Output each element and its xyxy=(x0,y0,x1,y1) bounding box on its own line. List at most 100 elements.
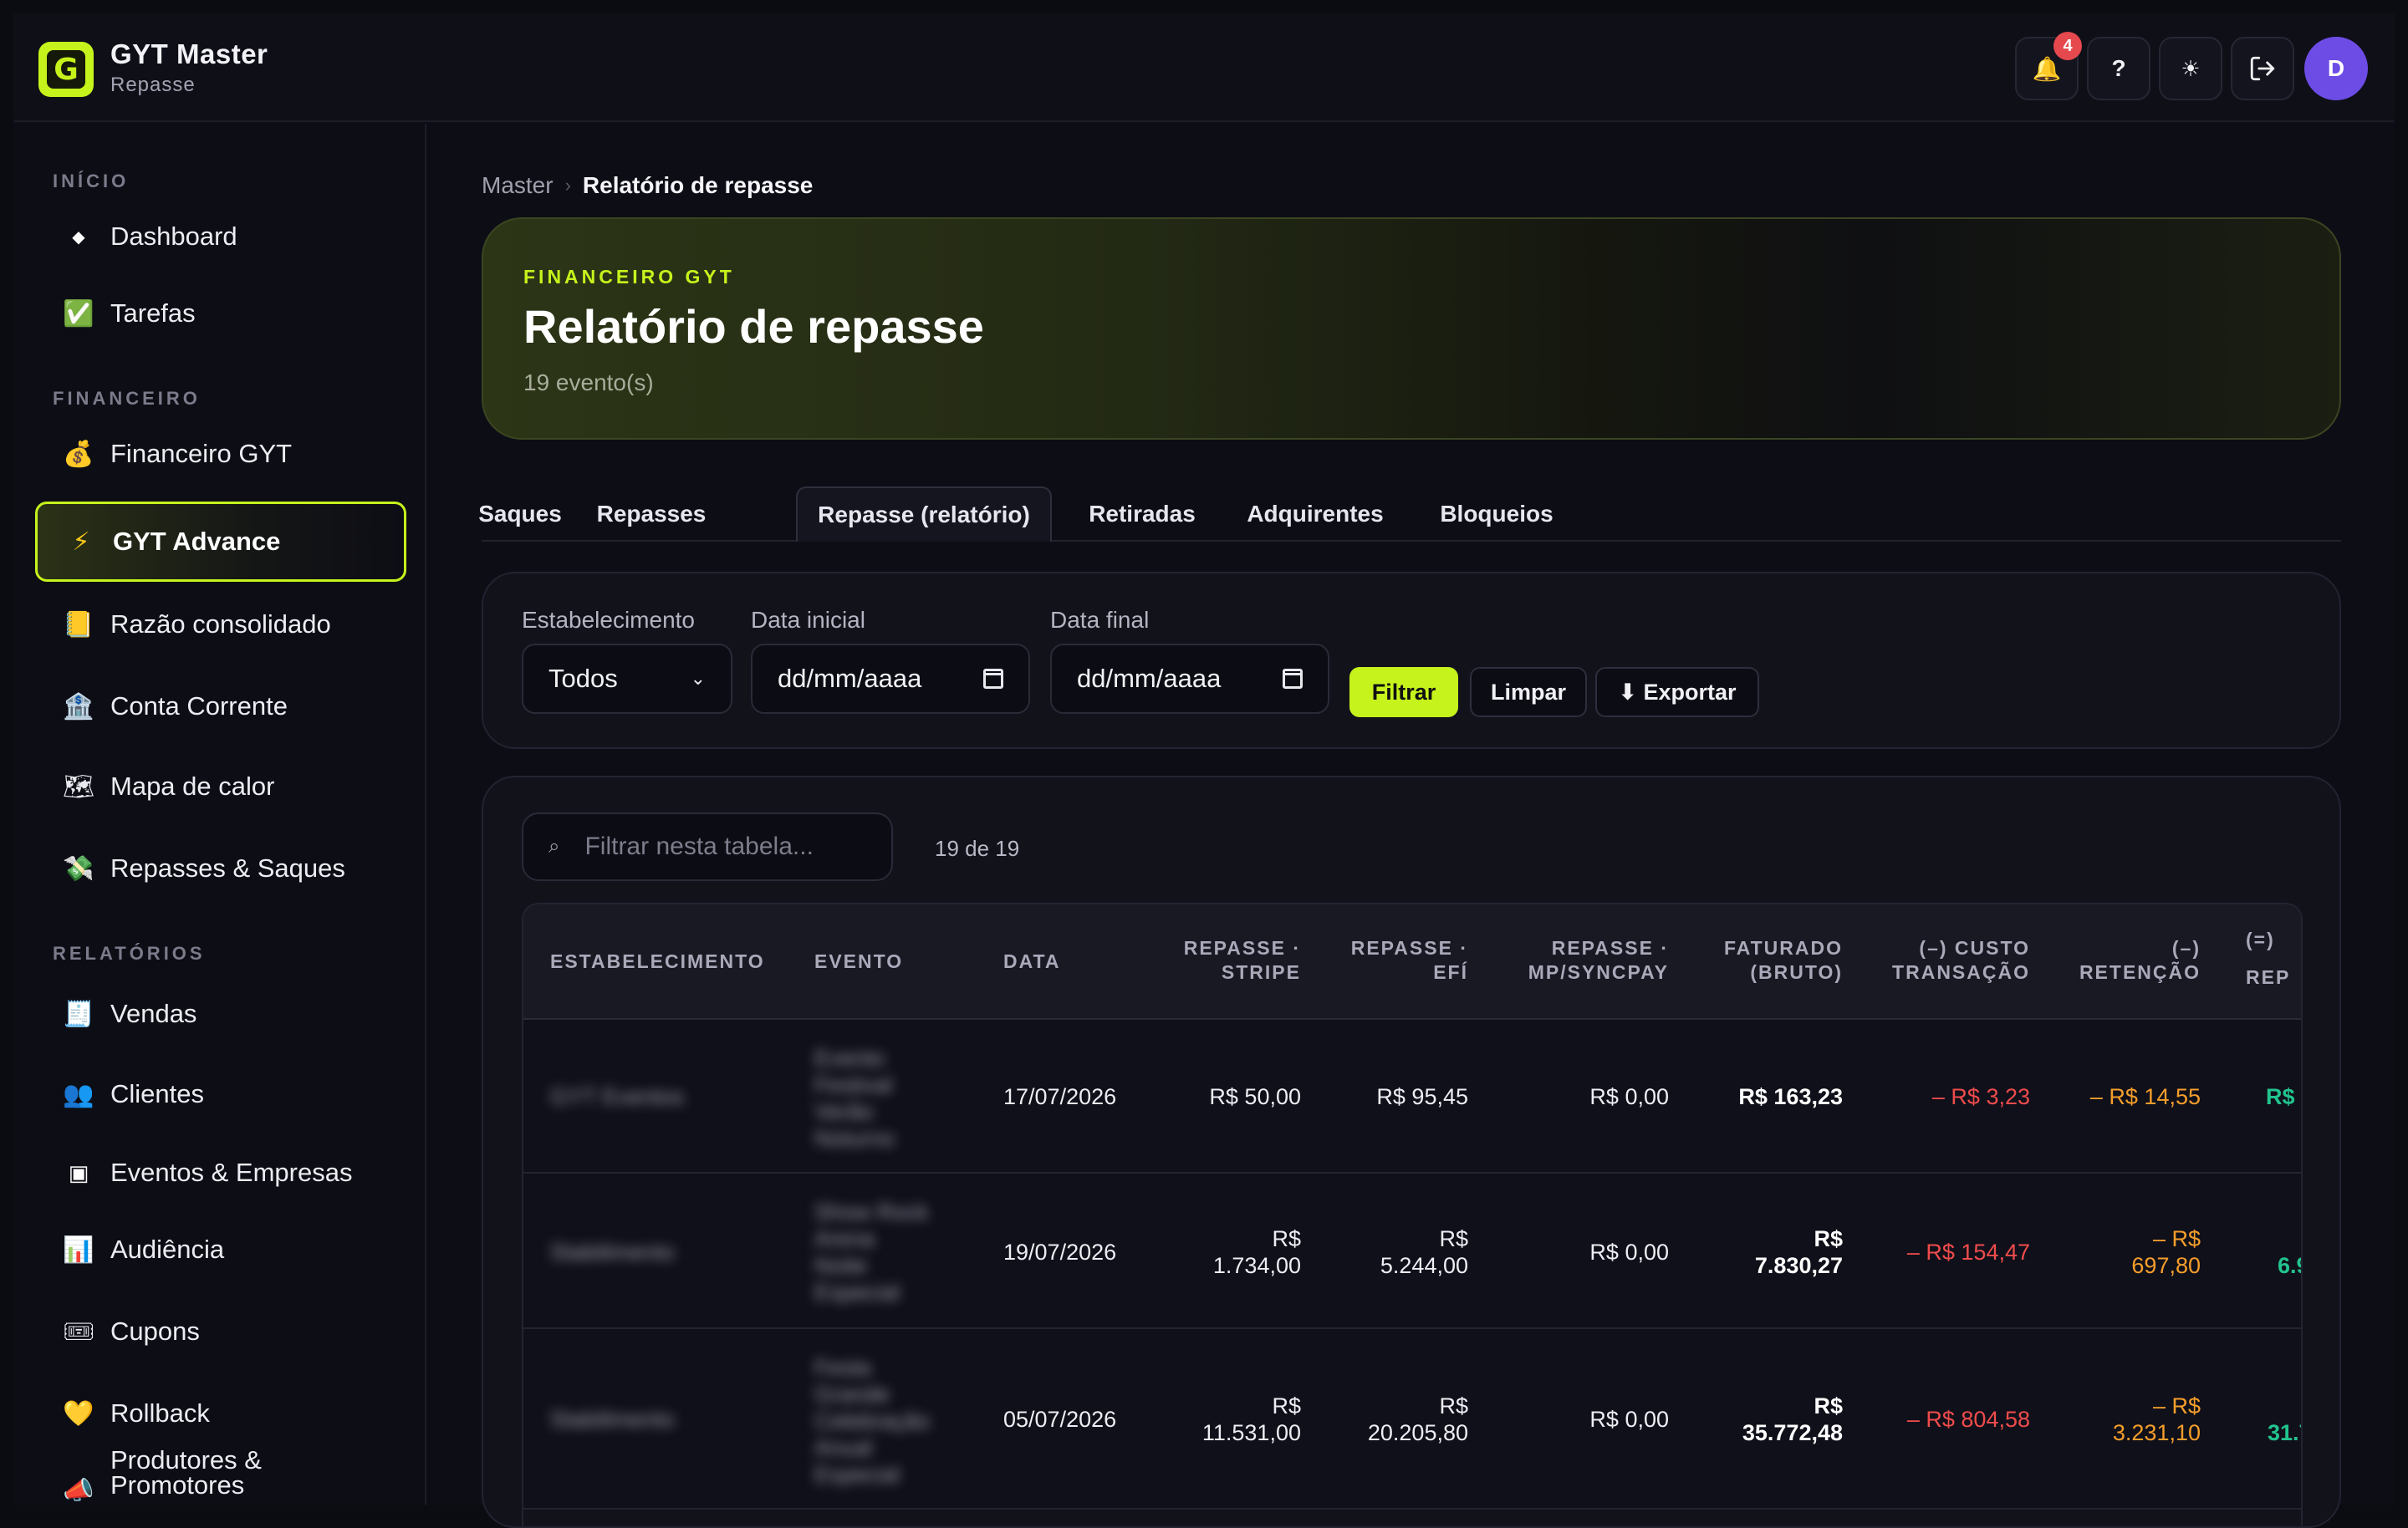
col-repasse-efi[interactable]: REPASSE · EFÍ xyxy=(1309,936,1468,985)
col-label-line: MP/SYNCPAY xyxy=(1528,961,1669,983)
col-label-line: FATURADO xyxy=(1723,937,1843,959)
col-label-line: REPASSE · xyxy=(1183,937,1301,959)
sidebar-item-label: Conta Corrente xyxy=(110,691,288,721)
page-kicker: FINANCEIRO GYT xyxy=(523,266,735,288)
cell-event: Evento Festival Verão Noturno xyxy=(814,1046,895,1151)
cell-event: Festa Grande Celebração Anual Especial xyxy=(814,1355,931,1487)
ledger-icon: 📒 xyxy=(63,610,94,639)
cell-line: R$ xyxy=(1272,1226,1301,1251)
cell-retencao: – R$ 3.231,10 xyxy=(2045,1393,2201,1446)
logout-icon xyxy=(2250,56,2275,81)
col-estabelecimento[interactable]: ESTABELECIMENTO xyxy=(550,950,765,974)
page-header-card: FINANCEIRO GYT Relatório de repasse 19 e… xyxy=(482,217,2341,440)
sidebar-item-audiencia[interactable]: 📊 Audiência xyxy=(35,1212,406,1287)
col-custo-transacao[interactable]: (–) CUSTO TRANSAÇÃO xyxy=(1853,936,2030,985)
cell-line: 20.205,80 xyxy=(1367,1420,1468,1445)
cell-line: 7.830,27 xyxy=(1754,1253,1843,1278)
sidebar-item-rollback[interactable]: 💛 Rollback xyxy=(35,1376,406,1451)
calendar-icon[interactable] xyxy=(1283,669,1303,689)
cell-repasse-mp: R$ 0,00 xyxy=(1589,1407,1669,1432)
sidebar-item-produtores-promotores[interactable]: 📣 Produtores & Promotores xyxy=(35,1447,406,1505)
chevron-right-icon: › xyxy=(564,175,571,196)
start-date-input[interactable]: dd/mm/aaaa xyxy=(751,644,1030,714)
cell-line: R$ xyxy=(1814,1393,1843,1418)
event-count: 19 evento(s) xyxy=(523,369,654,395)
sidebar-item-repasses-saques[interactable]: 💸 Repasses & Saques xyxy=(35,831,406,906)
clear-button[interactable]: Limpar xyxy=(1470,667,1587,717)
establishment-select[interactable]: Todos ⌄ xyxy=(522,644,732,714)
logout-button[interactable] xyxy=(2231,37,2294,100)
sidebar-section-relatorios: RELATÓRIOS xyxy=(53,943,206,964)
cell-line: R$ xyxy=(1272,1393,1301,1418)
col-label-line: REP xyxy=(2246,966,2291,988)
col-label-line: EFÍ xyxy=(1433,961,1468,983)
end-date-input[interactable]: dd/mm/aaaa xyxy=(1050,644,1329,714)
sidebar-section-financeiro: FINANCEIRO xyxy=(53,388,201,409)
cell-repasse-final: 31.7 xyxy=(2268,1420,2301,1445)
tab-retiradas[interactable]: Retiradas xyxy=(1084,486,1201,542)
sidebar-item-eventos-empresas[interactable]: ▣ Eventos & Empresas xyxy=(35,1135,406,1210)
filter-button[interactable]: Filtrar xyxy=(1349,667,1458,717)
export-button[interactable]: ⬇ Exportar xyxy=(1595,667,1759,717)
notifications-button[interactable]: 🔔 4 xyxy=(2015,32,2082,100)
cell-establishment: Stabilimento xyxy=(550,1407,675,1432)
sidebar-item-conta-corrente[interactable]: 🏦 Conta Corrente xyxy=(35,669,406,744)
col-label-line: (BRUTO) xyxy=(1750,961,1843,983)
table-row[interactable]: GYT Eventos Evento Festival Verão Noturn… xyxy=(523,1020,2301,1174)
col-repasse-mp[interactable]: REPASSE · MP/SYNCPAY xyxy=(1477,936,1669,985)
user-avatar[interactable]: D xyxy=(2304,37,2368,100)
sidebar-item-financeiro-gyt[interactable]: 💰 Financeiro GYT xyxy=(35,416,406,492)
sidebar-item-tarefas[interactable]: ✅ Tarefas xyxy=(35,276,406,351)
cell-repasse-final: R$ xyxy=(2266,1084,2295,1109)
tab-repasse-relatorio[interactable]: Repasse (relatório) xyxy=(796,486,1052,542)
sidebar-item-dashboard[interactable]: ◆ Dashboard xyxy=(35,199,406,274)
col-data[interactable]: DATA xyxy=(1003,950,1060,974)
cell-repasse-stripe: R$ 1.734,00 xyxy=(1109,1225,1301,1279)
notification-badge: 4 xyxy=(2053,32,2082,60)
sidebar-item-gyt-advance[interactable]: ⚡ GYT Advance xyxy=(35,502,406,582)
help-button[interactable]: ? xyxy=(2087,37,2150,100)
col-repasse-stripe[interactable]: REPASSE · STRIPE xyxy=(1109,936,1301,985)
calendar-icon[interactable] xyxy=(983,669,1003,689)
sidebar-item-mapa-de-calor[interactable]: 🗺 Mapa de calor xyxy=(35,749,406,824)
tab-adquirentes[interactable]: Adquirentes xyxy=(1239,486,1391,542)
col-retencao[interactable]: (–) RETENÇÃO xyxy=(2045,936,2201,985)
check-icon: ✅ xyxy=(63,299,94,328)
cell-line: 5.244,00 xyxy=(1380,1253,1468,1278)
table-filter-input[interactable]: ⌕ Filtrar nesta tabela... xyxy=(522,812,893,881)
sidebar-item-razao-consolidado[interactable]: 📒 Razão consolidado xyxy=(35,587,406,662)
table-filter-placeholder: Filtrar nesta tabela... xyxy=(584,833,814,860)
sidebar-item-label: Dashboard xyxy=(110,222,237,251)
sidebar-item-label: Cupons xyxy=(110,1317,200,1346)
lightning-icon: ⚡ xyxy=(72,527,90,556)
sidebar-item-label: Vendas xyxy=(110,999,197,1028)
cell-custo: – R$ 154,47 xyxy=(1906,1240,2030,1265)
breadcrumb-parent[interactable]: Master xyxy=(482,172,554,199)
tab-bloqueios[interactable]: Bloqueios xyxy=(1431,486,1562,542)
users-icon: 👥 xyxy=(63,1080,94,1108)
col-label-line: TRANSAÇÃO xyxy=(1892,961,2030,983)
sidebar-item-clientes[interactable]: 👥 Clientes xyxy=(35,1057,406,1132)
cell-line: R$ xyxy=(1439,1226,1468,1251)
sidebar-item-label: Tarefas xyxy=(110,298,196,328)
cell-faturado: R$ 35.772,48 xyxy=(1686,1393,1843,1446)
money-bag-icon: 💰 xyxy=(63,440,94,468)
table-row[interactable]: Stabilimento Festa Grande Celebração Anu… xyxy=(523,1329,2301,1510)
table-row[interactable]: Stabilimento Show Rock Arena Noite Espec… xyxy=(523,1174,2301,1329)
col-faturado[interactable]: FATURADO (BRUTO) xyxy=(1686,936,1843,985)
sidebar-item-label: Clientes xyxy=(110,1079,204,1108)
theme-toggle-button[interactable]: ☀ xyxy=(2159,37,2222,100)
search-icon: ⌕ xyxy=(548,835,560,858)
cell-line: 1.734,00 xyxy=(1212,1253,1301,1278)
sidebar-item-cupons[interactable]: 🎟 Cupons xyxy=(35,1294,406,1369)
tab-repasses[interactable]: Repasses xyxy=(590,486,712,542)
tab-saques[interactable]: Saques xyxy=(478,486,562,542)
brand-logo[interactable]: G xyxy=(38,42,94,97)
brand-subtitle: Repasse xyxy=(110,74,196,96)
col-evento[interactable]: EVENTO xyxy=(814,950,903,974)
sidebar-item-vendas[interactable]: 🧾 Vendas xyxy=(35,976,406,1052)
ticket-icon: 🎟 xyxy=(62,1317,95,1346)
col-repasse-final[interactable]: (=) REP xyxy=(2246,928,2290,990)
receipt-icon: 🧾 xyxy=(63,1000,94,1028)
bank-icon: 🏦 xyxy=(63,692,94,721)
